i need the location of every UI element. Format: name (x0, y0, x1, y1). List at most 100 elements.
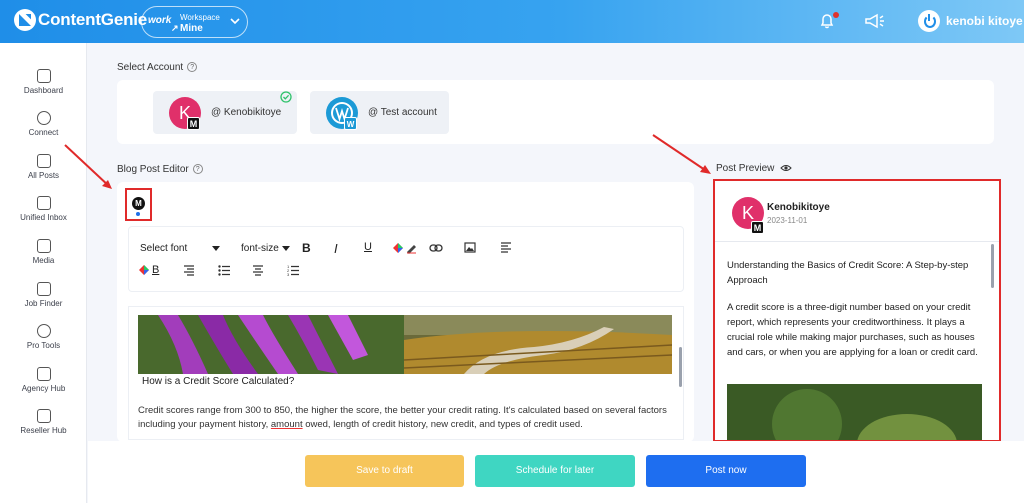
preview-image (727, 384, 982, 440)
post-preview-heading: Post Preview (716, 163, 792, 174)
annotation-arrow-left (64, 144, 112, 189)
italic-button[interactable]: I (334, 241, 338, 256)
preview-scrollbar[interactable] (991, 244, 994, 288)
highlight-color-icon[interactable] (138, 264, 150, 276)
workspace-switcher[interactable]: work ↗ Workspace Mine (141, 6, 248, 38)
image-icon[interactable] (464, 242, 476, 253)
account-option-test[interactable]: W @ Test account (310, 91, 449, 134)
post-now-button[interactable]: Post now (646, 455, 806, 487)
sidebar-item-unified-inbox[interactable]: Unified Inbox (0, 196, 87, 222)
sidebar-item-label: Agency Hub (21, 384, 66, 393)
trophy-icon (36, 324, 51, 338)
chevron-down-icon (230, 18, 240, 25)
medium-platform-icon[interactable]: M (132, 197, 145, 210)
sidebar-item-pro-tools[interactable]: Pro Tools (0, 324, 87, 350)
align-left-icon[interactable] (500, 242, 512, 253)
workspace-label: Workspace (180, 13, 220, 22)
link-icon[interactable] (429, 244, 443, 252)
sidebar-item-label: Dashboard (23, 86, 64, 95)
numbered-list-icon[interactable]: 123 (287, 264, 300, 277)
broadcast-icon (36, 111, 51, 125)
workspace-brand: work (148, 15, 172, 26)
bold-button[interactable]: B (302, 241, 311, 255)
user-menu[interactable]: kenobi kitoye (918, 10, 1023, 32)
post-preview-label: Post Preview (716, 163, 775, 174)
shield-check-icon (36, 367, 51, 381)
content-paragraph: Credit scores range from 300 to 850, the… (138, 404, 673, 432)
media-icon (36, 239, 51, 253)
blog-post-editor-heading: Blog Post Editor? (117, 164, 203, 175)
search-doc-icon (36, 282, 51, 296)
svg-text:3: 3 (287, 272, 290, 277)
bag-icon (36, 154, 51, 168)
workspace-brand-mark: ↗ (171, 23, 179, 33)
brand-name: ContentGenie (38, 10, 148, 29)
select-account-heading: Select Account? (117, 62, 198, 73)
sidebar-item-label: Connect (28, 128, 59, 137)
caret-down-icon (212, 246, 220, 251)
megaphone-icon[interactable] (864, 12, 886, 30)
divider (715, 241, 999, 242)
preview-body: A credit score is a three-digit number b… (727, 302, 978, 358)
brand-logo[interactable]: ContentGenie (14, 9, 147, 31)
sidebar-item-label: All Posts (27, 171, 60, 180)
editor-content-area[interactable]: How is a Credit Score Calculated? Credit… (128, 306, 684, 440)
underline-button[interactable]: U (364, 241, 372, 253)
account-name: @ Kenobikitoye (211, 107, 282, 118)
save-to-draft-button[interactable]: Save to draft (305, 455, 464, 487)
schedule-for-later-button[interactable]: Schedule for later (475, 455, 635, 487)
editor-toolbar (128, 226, 684, 292)
sidebar-item-agency-hub[interactable]: Agency Hub (0, 367, 87, 393)
align-center-icon[interactable] (252, 265, 264, 276)
logo-icon (14, 9, 36, 31)
camera-icon (36, 409, 51, 423)
spellcheck-word: amount (270, 419, 303, 430)
bullet-list-icon[interactable] (218, 265, 231, 276)
check-circle-icon (280, 91, 292, 103)
power-avatar-icon (918, 10, 940, 32)
eye-icon[interactable] (780, 164, 792, 172)
sidebar-item-job-finder[interactable]: Job Finder (0, 282, 87, 308)
font-family-select[interactable]: Select font (140, 243, 187, 254)
select-account-label: Select Account (117, 62, 184, 73)
text-color-icon[interactable] (392, 242, 418, 254)
background-color-button[interactable]: B (152, 264, 159, 276)
sidebar-item-label: Media (32, 256, 55, 265)
sidebar-item-label: Pro Tools (26, 341, 61, 350)
post-preview-card: K M Kenobikitoye 2023-11-01 Understandin… (713, 179, 1001, 442)
editor-scrollbar[interactable] (679, 347, 682, 387)
active-platform-dot (136, 212, 140, 216)
notification-bell-icon[interactable] (819, 12, 839, 29)
help-icon[interactable]: ? (187, 62, 198, 73)
wordpress-badge-icon: W (344, 117, 357, 130)
sidebar-item-dashboard[interactable]: Dashboard (0, 69, 87, 95)
content-paragraph-text-after: owed, length of credit history, new cred… (305, 419, 583, 430)
preview-date: 2023-11-01 (767, 216, 808, 225)
preview-title: Understanding the Basics of Credit Score… (727, 260, 969, 286)
medium-badge-icon: M (751, 221, 764, 234)
content-heading: How is a Credit Score Calculated? (142, 376, 295, 387)
sidebar-item-label: Job Finder (24, 299, 63, 308)
font-select-label: Select font (140, 243, 188, 254)
preview-author: Kenobikitoye (767, 202, 830, 213)
top-bar: ContentGenie work ↗ Workspace Mine kenob… (0, 0, 1024, 43)
notification-dot (833, 12, 839, 18)
account-option-kenobikitoye[interactable]: K M @ Kenobikitoye (153, 91, 297, 134)
flower-image (138, 315, 404, 374)
help-icon[interactable]: ? (192, 164, 203, 175)
sidebar-item-reseller-hub[interactable]: Reseller Hub (0, 409, 87, 435)
medium-badge-icon: M (187, 117, 200, 130)
account-name: @ Test account (368, 107, 437, 118)
sidebar-item-media[interactable]: Media (0, 239, 87, 265)
vineyard-image (404, 315, 672, 374)
chat-icon (36, 196, 51, 210)
workspace-value: Mine (180, 23, 203, 34)
user-name: kenobi kitoye (946, 14, 1023, 28)
sidebar-item-label: Reseller Hub (20, 426, 67, 435)
align-right-icon[interactable] (183, 265, 195, 276)
font-size-label: font-size (241, 243, 279, 254)
caret-down-icon (282, 246, 290, 251)
sidebar-item-connect[interactable]: Connect (0, 111, 87, 137)
font-size-select[interactable]: font-size (241, 243, 279, 254)
blog-post-editor-label: Blog Post Editor (117, 164, 189, 175)
